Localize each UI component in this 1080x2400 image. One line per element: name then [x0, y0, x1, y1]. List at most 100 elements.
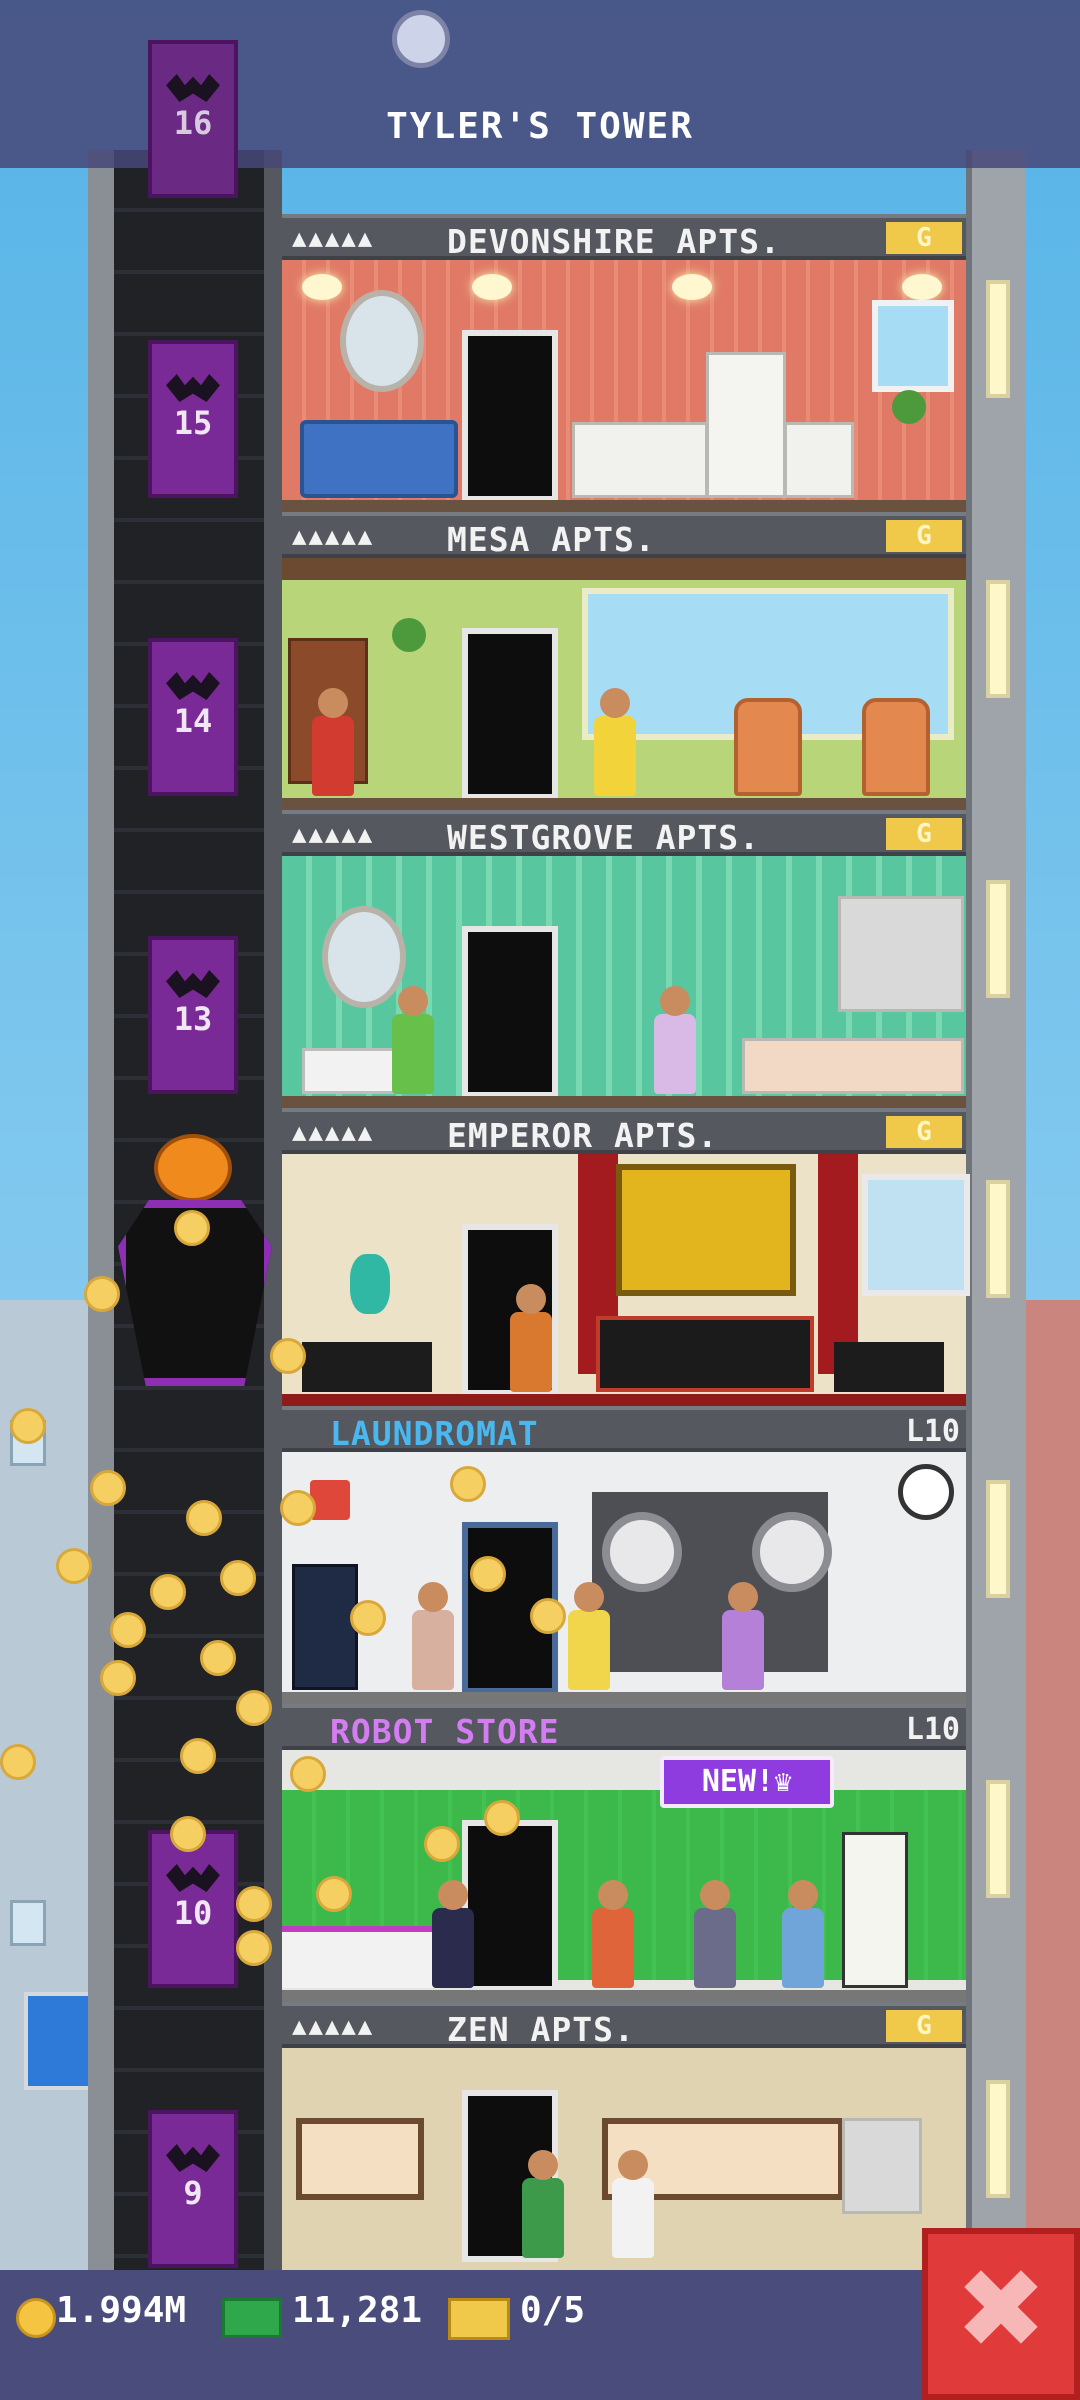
floorboard — [282, 1096, 966, 1108]
kitchen-counter — [742, 1038, 964, 1094]
armchair — [862, 698, 930, 796]
elevator-car-15[interactable]: 15 — [148, 340, 238, 498]
ceiling-lamp — [902, 274, 942, 300]
coin-particle — [450, 1466, 486, 1502]
floor-number: 9 — [183, 2174, 203, 2212]
business-door — [462, 1820, 558, 1992]
floor-number: 13 — [173, 1000, 213, 1038]
coin-particle — [110, 1612, 146, 1648]
coin-particle — [270, 1338, 306, 1374]
wall-lamp — [986, 1780, 1010, 1898]
apartment-window — [862, 1174, 970, 1296]
floor-robot-store[interactable]: ROBOT STORE L10 NEW!♛ — [282, 1704, 966, 2002]
resident-character — [722, 1582, 764, 1690]
floor-laundromat[interactable]: LAUNDROMAT L10 — [282, 1406, 966, 1704]
coin-particle — [236, 1886, 272, 1922]
elevator-car-13[interactable]: 13 — [148, 936, 238, 1094]
display-shelf — [282, 1926, 442, 1988]
vanity-table — [302, 1048, 398, 1094]
robot-figure — [842, 1832, 908, 1988]
new-badge[interactable]: NEW!♛ — [660, 1756, 834, 1808]
floorboard — [282, 1394, 966, 1406]
potted-plant — [892, 390, 926, 424]
background-window — [10, 1900, 46, 1946]
kitchen-cabinet — [838, 896, 964, 1012]
floor-tag-badge: G — [886, 2010, 962, 2042]
coin-particle — [236, 1930, 272, 1966]
resident-character — [782, 1880, 824, 1988]
hanging-plant — [392, 618, 426, 652]
background-building — [1020, 1300, 1080, 2280]
coin-particle — [186, 1500, 222, 1536]
gold-headboard — [616, 1164, 796, 1296]
ceiling-lamp — [672, 274, 712, 300]
floor-label-bar: ▲▲▲▲▲ WESTGROVE APTS. G — [282, 810, 966, 857]
business-room: NEW!♛ — [282, 1750, 966, 2002]
floor-label-bar: ▲▲▲▲▲ EMPEROR APTS. G — [282, 1108, 966, 1155]
floorboard — [282, 798, 966, 810]
bat-icon — [166, 2144, 220, 2172]
floor-number: 15 — [173, 404, 213, 442]
ceiling-lamp — [302, 274, 342, 300]
resident-character — [568, 1582, 610, 1690]
apartment-room — [282, 1154, 970, 1406]
coin-particle — [280, 1490, 316, 1526]
floorboard — [282, 1990, 966, 2002]
business-level: L10 — [905, 1712, 960, 1747]
blue-sofa — [300, 420, 458, 498]
floor-number: 14 — [173, 702, 213, 740]
elevator-car-9[interactable]: 9 — [148, 2110, 238, 2268]
tower-left-wall — [88, 150, 114, 2280]
no-sign-icon — [310, 1480, 350, 1520]
resident-count-icons: ▲▲▲▲▲ — [292, 1118, 375, 1146]
coin-particle — [84, 1276, 120, 1312]
coin-balance: 1.994M — [56, 2290, 187, 2331]
coin-particle — [470, 1556, 506, 1592]
floor-devonshire[interactable]: ▲▲▲▲▲ DEVONSHIRE APTS. G — [282, 214, 966, 512]
coin-particle — [316, 1876, 352, 1912]
floor-westgrove[interactable]: ▲▲▲▲▲ WESTGROVE APTS. G — [282, 810, 966, 1108]
pumpkin-icon — [154, 1134, 232, 1202]
wall-lamp — [986, 280, 1010, 398]
bat-icon — [166, 1864, 220, 1892]
apartment-room — [282, 558, 966, 810]
resident-character — [594, 688, 636, 796]
floor-name: ROBOT STORE — [330, 1712, 560, 1751]
bux-balance: 11,281 — [292, 2290, 423, 2331]
floor-name: MESA APTS. — [447, 520, 656, 559]
resident-character — [694, 1880, 736, 1988]
billboard-sign — [24, 1992, 96, 2090]
coin-particle — [200, 1640, 236, 1676]
resident-character — [592, 1880, 634, 1988]
floor-tag-badge: G — [886, 222, 962, 254]
business-room — [282, 1452, 966, 1704]
apartment-door — [462, 926, 558, 1098]
coin-particle — [150, 1574, 186, 1610]
floor-name: WESTGROVE APTS. — [447, 818, 761, 857]
floor-tag-badge: G — [886, 818, 962, 850]
chest-count: 0/5 — [520, 2290, 586, 2331]
floor-emperor[interactable]: ▲▲▲▲▲ EMPEROR APTS. G — [282, 1108, 970, 1406]
floor-name: DEVONSHIRE APTS. — [447, 222, 781, 261]
oval-mirror — [340, 290, 424, 392]
business-level: L10 — [905, 1414, 960, 1449]
floor-mesa[interactable]: ▲▲▲▲▲ MESA APTS. G — [282, 512, 966, 810]
bat-icon — [166, 970, 220, 998]
floor-number: 10 — [173, 1894, 213, 1932]
floor-zen[interactable]: ▲▲▲▲▲ ZEN APTS. G — [282, 2002, 966, 2272]
red-curtain — [818, 1154, 858, 1374]
apartment-room — [282, 856, 966, 1108]
resident-count-icons: ▲▲▲▲▲ — [292, 820, 375, 848]
side-table — [302, 1342, 432, 1392]
floor-tag-badge: G — [886, 520, 962, 552]
resident-character — [432, 1880, 474, 1988]
bat-icon — [166, 74, 220, 102]
clock-icon — [392, 10, 450, 68]
wall-lamp — [986, 880, 1010, 998]
elevator-car-14[interactable]: 14 — [148, 638, 238, 796]
tower-header: 16 TYLER'S TOWER — [0, 0, 1080, 198]
elevator-car-10[interactable]: 10 — [148, 1830, 238, 1988]
close-button[interactable]: ✖ — [922, 2228, 1080, 2400]
floor-label-bar: ▲▲▲▲▲ DEVONSHIRE APTS. G — [282, 214, 966, 261]
resident-character — [312, 688, 354, 796]
